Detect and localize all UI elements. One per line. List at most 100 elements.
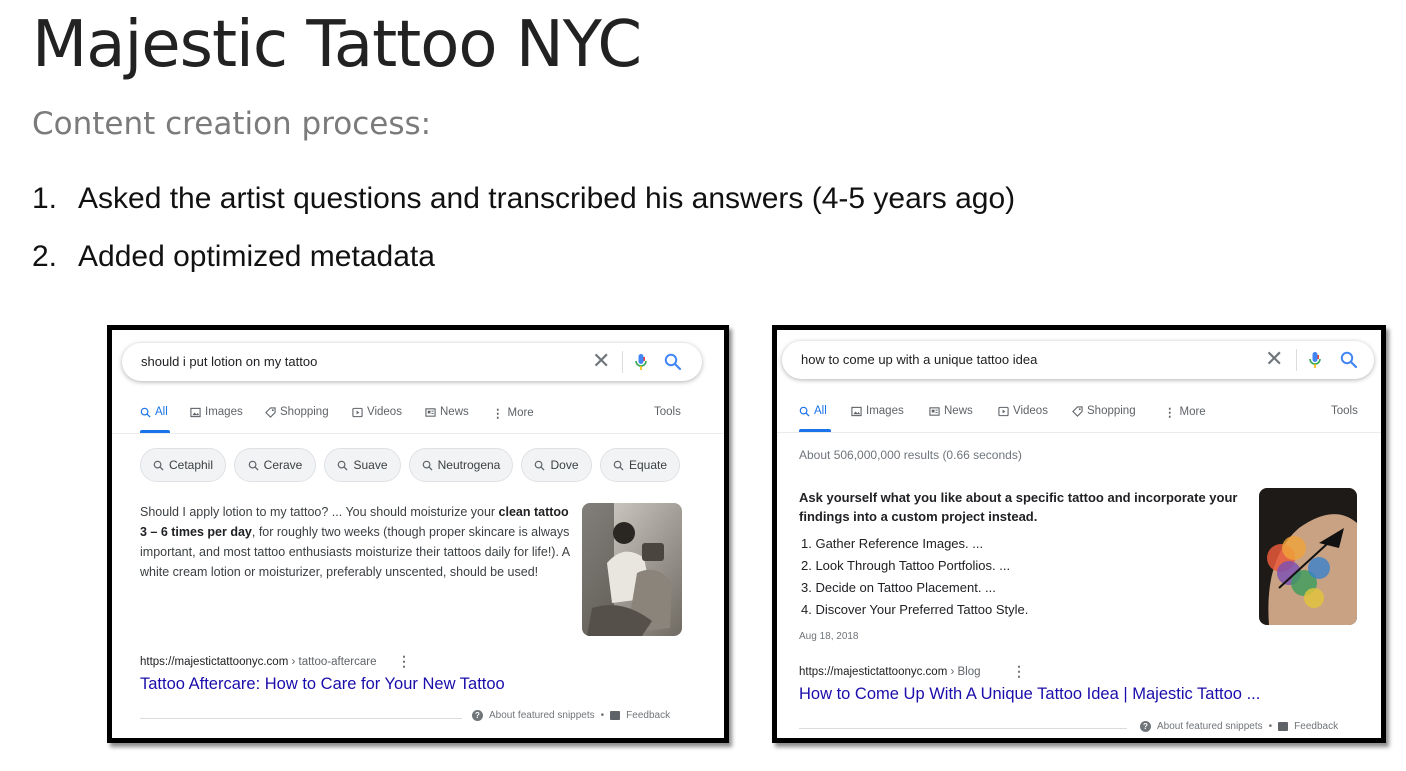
list-item: 4. Discover Your Preferred Tattoo Style.: [801, 602, 1029, 617]
tabs-divider: [777, 432, 1381, 433]
step-text: Asked the artist questions and transcrib…: [78, 182, 1016, 215]
tools-button[interactable]: Tools: [654, 406, 681, 418]
search-icon[interactable]: [663, 352, 683, 372]
footer-divider: [799, 728, 1127, 729]
snippet-date: Aug 18, 2018: [799, 631, 859, 642]
tab-label: All: [155, 406, 168, 418]
snippet-text: Should I apply lotion to my tattoo? ... …: [140, 505, 499, 519]
about-featured-snippets-link[interactable]: About featured snippets: [489, 710, 595, 721]
clear-icon[interactable]: ✕: [1265, 347, 1283, 371]
tag-icon: [1072, 405, 1083, 417]
news-icon: [425, 407, 436, 417]
search-icon: [248, 460, 259, 471]
microphone-icon[interactable]: [631, 352, 651, 372]
tabs-divider: [112, 433, 724, 434]
feedback-link[interactable]: Feedback: [626, 710, 670, 721]
tab-more[interactable]: ⋮ More: [492, 406, 534, 420]
tab-label: More: [1179, 406, 1206, 418]
more-options-icon[interactable]: ⋮: [1012, 663, 1026, 680]
chip-label: Suave: [353, 458, 388, 472]
process-steps: 1. Asked the artist questions and transc…: [32, 170, 1015, 286]
result-title-link[interactable]: How to Come Up With A Unique Tattoo Idea…: [799, 685, 1260, 704]
snippet-thumbnail[interactable]: [582, 503, 682, 636]
step-number: 1.: [32, 182, 58, 215]
url-domain: https://majestictattoonyc.com: [799, 666, 948, 678]
result-url[interactable]: https://majestictattoonyc.com › Blog: [799, 666, 981, 678]
chip-suave[interactable]: Suave: [324, 448, 401, 482]
snippet-footer: ? About featured snippets • Feedback: [472, 710, 670, 721]
snippet-thumbnail[interactable]: [1259, 488, 1357, 625]
tab-all[interactable]: All: [140, 406, 168, 418]
tab-videos[interactable]: Videos: [998, 405, 1048, 417]
chip-equate[interactable]: Equate: [600, 448, 680, 482]
snippet-footer: ? About featured snippets • Feedback: [1140, 721, 1338, 732]
list-item: 1. Gather Reference Images. ...: [801, 536, 984, 551]
tab-all[interactable]: All: [799, 405, 827, 417]
clear-icon[interactable]: ✕: [592, 349, 610, 373]
more-options-icon[interactable]: ⋮: [397, 653, 411, 670]
step-number: 2.: [32, 240, 58, 273]
more-vert-icon: ⋮: [492, 408, 504, 420]
tab-label: Videos: [1013, 405, 1048, 417]
search-query[interactable]: how to come up with a unique tattoo idea: [801, 352, 1037, 367]
about-featured-snippets-link[interactable]: About featured snippets: [1157, 721, 1263, 732]
snippet-list: 1. Gather Reference Images. ... 2. Look …: [801, 533, 1028, 621]
microphone-icon[interactable]: [1305, 350, 1325, 370]
tab-label: News: [944, 405, 973, 417]
separator-dot: •: [1268, 721, 1273, 732]
separator-dot: •: [600, 710, 605, 721]
chip-label: Neutrogena: [437, 458, 501, 472]
help-icon: ?: [1140, 721, 1151, 732]
tab-shopping[interactable]: Shopping: [265, 406, 329, 418]
tab-images[interactable]: Images: [190, 406, 243, 418]
chip-cetaphil[interactable]: Cetaphil: [140, 448, 226, 482]
chip-label: Cetaphil: [168, 458, 214, 472]
result-title-link[interactable]: Tattoo Aftercare: How to Care for Your N…: [140, 675, 505, 694]
search-icon: [153, 460, 164, 471]
tab-videos[interactable]: Videos: [352, 406, 402, 418]
search-icon: [140, 407, 151, 418]
tab-shopping[interactable]: Shopping: [1072, 405, 1136, 417]
url-domain: https://majestictattoonyc.com: [140, 656, 289, 668]
tab-label: Images: [205, 406, 243, 418]
search-box[interactable]: should i put lotion on my tattoo ✕: [122, 343, 702, 381]
feedback-link[interactable]: Feedback: [1294, 721, 1338, 732]
search-icon: [799, 406, 810, 417]
tab-news[interactable]: News: [425, 406, 469, 418]
footer-divider: [140, 718, 462, 719]
tab-more[interactable]: ⋮ More: [1164, 405, 1206, 419]
process-step: 1. Asked the artist questions and transc…: [32, 170, 1015, 228]
search-icon: [338, 460, 349, 471]
feedback-icon: [610, 711, 621, 720]
chip-label: Equate: [628, 458, 668, 472]
search-icon: [422, 460, 433, 471]
chip-dove[interactable]: Dove: [521, 448, 592, 482]
video-icon: [998, 406, 1009, 416]
video-icon: [352, 407, 363, 417]
tab-label: News: [440, 406, 469, 418]
tab-label: Videos: [367, 406, 402, 418]
tab-news[interactable]: News: [929, 405, 973, 417]
chip-neutrogena[interactable]: Neutrogena: [409, 448, 513, 482]
tab-label: Shopping: [280, 406, 329, 418]
url-breadcrumb: › Blog: [947, 666, 981, 678]
tattoo-artist-photo: [582, 503, 682, 636]
tools-button[interactable]: Tools: [1331, 405, 1358, 417]
chip-label: Dove: [550, 458, 579, 472]
search-result-screenshot-tattoo-idea: how to come up with a unique tattoo idea…: [772, 325, 1386, 743]
search-box[interactable]: how to come up with a unique tattoo idea…: [782, 341, 1374, 379]
tools-label: Tools: [654, 406, 681, 418]
tab-images[interactable]: Images: [851, 405, 904, 417]
more-vert-icon: ⋮: [1164, 407, 1176, 419]
search-icon: [535, 460, 546, 471]
search-tabs: All Images Shopping Videos News ⋮ More T…: [140, 406, 700, 434]
search-query[interactable]: should i put lotion on my tattoo: [141, 354, 317, 369]
slide-title: Majestic Tattoo NYC: [32, 8, 642, 82]
featured-snippet-text: Should I apply lotion to my tattoo? ... …: [140, 502, 570, 582]
chip-cerave[interactable]: Cerave: [234, 448, 316, 482]
process-step: 2. Added optimized metadata: [32, 228, 1015, 286]
search-icon[interactable]: [1339, 350, 1359, 370]
list-item: 3. Decide on Tattoo Placement. ...: [801, 580, 996, 595]
tools-label: Tools: [1331, 405, 1358, 417]
result-url[interactable]: https://majestictattoonyc.com › tattoo-a…: [140, 656, 377, 668]
